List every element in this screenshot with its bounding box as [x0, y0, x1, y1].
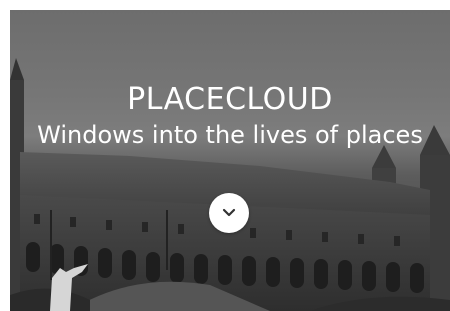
site-title: PLACECLOUD — [127, 82, 333, 117]
site-tagline: Windows into the lives of places — [37, 121, 423, 149]
hero-section: PLACECLOUD Windows into the lives of pla… — [10, 10, 450, 311]
scroll-down-button[interactable] — [209, 193, 249, 233]
hero-background-photo — [10, 58, 450, 311]
chevron-down-icon — [222, 208, 236, 217]
